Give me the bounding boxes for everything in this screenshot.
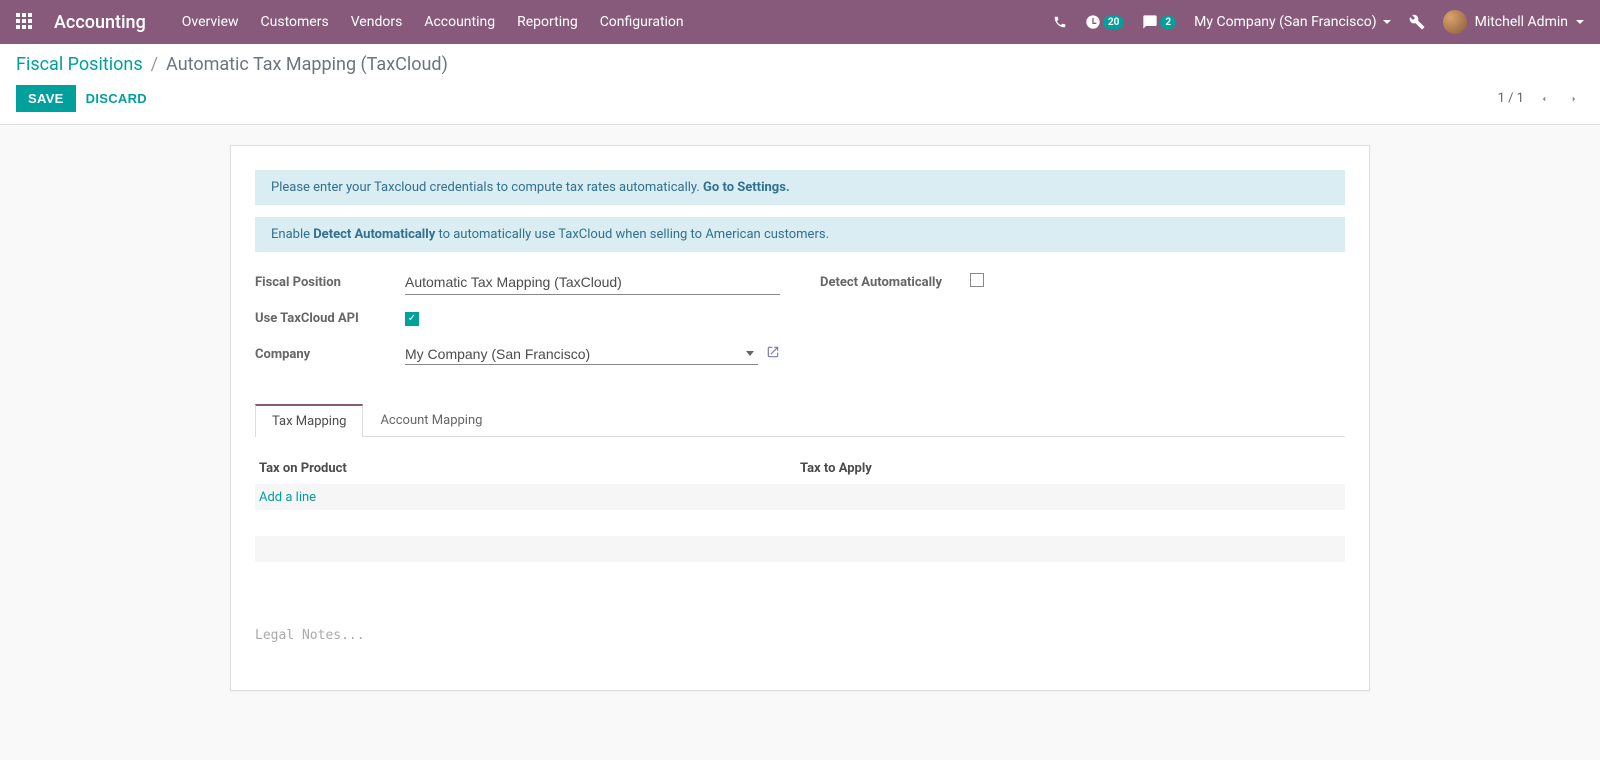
- activity-icon[interactable]: 20: [1085, 14, 1124, 30]
- input-company[interactable]: [405, 344, 758, 365]
- save-button[interactable]: Save: [16, 85, 76, 112]
- legal-notes-textarea[interactable]: [255, 624, 1345, 662]
- form-background: Please enter your Taxcloud credentials t…: [0, 125, 1600, 731]
- form-col-right: Detect Automatically: [820, 268, 1345, 376]
- alert-pre: Enable: [271, 227, 313, 242]
- user-menu[interactable]: Mitchell Admin: [1443, 10, 1584, 34]
- table-row: Add a line: [255, 484, 1345, 510]
- caret-down-icon[interactable]: [746, 351, 754, 356]
- input-company-text[interactable]: [405, 346, 746, 362]
- checkbox-detect-auto[interactable]: [970, 273, 984, 287]
- checkbox-use-taxcloud[interactable]: [405, 312, 419, 326]
- tabs: Tax Mapping Account Mapping: [255, 404, 1345, 437]
- field-detect-auto: Detect Automatically: [820, 268, 1345, 296]
- user-name: Mitchell Admin: [1475, 14, 1568, 30]
- col-tax-to-apply: Tax to Apply: [800, 461, 1341, 476]
- nav-right: 20 2 My Company (San Francisco) Mitchell…: [1053, 10, 1584, 34]
- top-navbar: Accounting Overview Customers Vendors Ac…: [0, 0, 1600, 44]
- menu-accounting[interactable]: Accounting: [424, 14, 495, 30]
- main-menu: Overview Customers Vendors Accounting Re…: [182, 14, 684, 30]
- breadcrumb-separator: /: [151, 54, 158, 75]
- form-sheet: Please enter your Taxcloud credentials t…: [230, 145, 1370, 691]
- external-link-icon[interactable]: [766, 345, 780, 363]
- company-name: My Company (San Francisco): [1194, 14, 1376, 30]
- menu-configuration[interactable]: Configuration: [600, 14, 684, 30]
- menu-customers[interactable]: Customers: [261, 14, 329, 30]
- messages-badge: 2: [1160, 16, 1176, 29]
- field-company: Company: [255, 340, 780, 368]
- apps-menu-icon[interactable]: [16, 13, 34, 31]
- breadcrumb-current: Automatic Tax Mapping (TaxCloud): [166, 54, 448, 75]
- label-fiscal-position: Fiscal Position: [255, 275, 405, 290]
- pager-prev-button[interactable]: [1534, 89, 1554, 109]
- add-line-link[interactable]: Add a line: [255, 484, 320, 511]
- legal-notes-field: [255, 624, 1345, 666]
- pager-text[interactable]: 1 / 1: [1498, 91, 1524, 106]
- breadcrumb: Fiscal Positions / Automatic Tax Mapping…: [16, 54, 1584, 75]
- company-switcher[interactable]: My Company (San Francisco): [1194, 14, 1390, 30]
- alert-detect-auto: Enable Detect Automatically to automatic…: [255, 217, 1345, 252]
- col-tax-on-product: Tax on Product: [259, 461, 800, 476]
- form-col-left: Fiscal Position Use TaxCloud API Company: [255, 268, 780, 376]
- alert-credentials: Please enter your Taxcloud credentials t…: [255, 170, 1345, 205]
- menu-overview[interactable]: Overview: [182, 14, 239, 30]
- label-detect-auto: Detect Automatically: [820, 275, 970, 290]
- go-to-settings-link[interactable]: Go to Settings.: [703, 180, 790, 195]
- pager: 1 / 1: [1498, 89, 1584, 109]
- tab-tax-mapping[interactable]: Tax Mapping: [255, 404, 363, 437]
- alert-post: to automatically use TaxCloud when selli…: [435, 227, 829, 242]
- form-grid: Fiscal Position Use TaxCloud API Company: [255, 268, 1345, 376]
- menu-vendors[interactable]: Vendors: [351, 14, 403, 30]
- table-body: Add a line: [255, 484, 1345, 604]
- label-company: Company: [255, 347, 405, 362]
- table-row: [255, 510, 1345, 536]
- activity-badge: 20: [1103, 16, 1124, 29]
- alert-text: Please enter your Taxcloud credentials t…: [271, 180, 703, 195]
- phone-icon[interactable]: [1053, 15, 1067, 29]
- breadcrumb-parent[interactable]: Fiscal Positions: [16, 54, 143, 75]
- discard-button[interactable]: Discard: [76, 85, 157, 112]
- caret-down-icon: [1576, 20, 1584, 24]
- label-use-taxcloud: Use TaxCloud API: [255, 311, 405, 326]
- pager-next-button[interactable]: [1564, 89, 1584, 109]
- field-fiscal-position: Fiscal Position: [255, 268, 780, 296]
- avatar: [1443, 10, 1467, 34]
- messages-icon[interactable]: 2: [1142, 14, 1176, 30]
- debug-icon[interactable]: [1409, 14, 1425, 30]
- input-fiscal-position[interactable]: [405, 270, 780, 295]
- tab-account-mapping[interactable]: Account Mapping: [363, 404, 499, 437]
- tab-content-tax-mapping: Tax on Product Tax to Apply Add a line: [255, 437, 1345, 604]
- table-header: Tax on Product Tax to Apply: [255, 453, 1345, 484]
- table-row: [255, 536, 1345, 562]
- menu-reporting[interactable]: Reporting: [517, 14, 578, 30]
- app-brand[interactable]: Accounting: [54, 12, 146, 33]
- caret-down-icon: [1383, 20, 1391, 24]
- control-panel: Fiscal Positions / Automatic Tax Mapping…: [0, 44, 1600, 125]
- alert-strong: Detect Automatically: [313, 227, 435, 242]
- field-use-taxcloud: Use TaxCloud API: [255, 304, 780, 332]
